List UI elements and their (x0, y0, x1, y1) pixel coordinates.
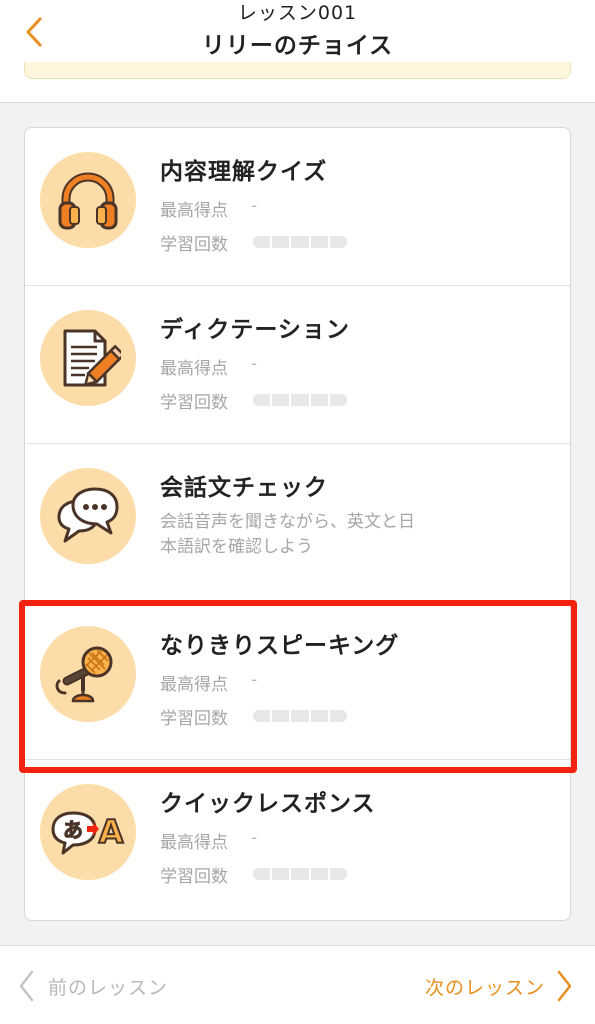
to-char: A (99, 813, 124, 851)
icon-circle: あ A (40, 784, 136, 880)
header: レッスン001 リリーのチョイス (0, 0, 595, 103)
description-line-1: 会話音声を聞きながら、英文と日 (160, 512, 415, 532)
study-count-bar (253, 236, 348, 248)
best-score-value: - (251, 354, 258, 374)
translate-icon: あ A (51, 811, 125, 855)
chevron-right-icon (557, 970, 572, 1002)
description-line-2: 本語訳を確認しよう (160, 537, 313, 557)
list-item-conversation-check[interactable]: 会話文チェック 会話音声を聞きながら、英文と日 本語訳を確認しよう (25, 444, 570, 602)
notice-banner (24, 62, 571, 79)
list-item-dictation[interactable]: ディクテーション 最高得点 - 学習回数 (25, 286, 570, 444)
study-count-label: 学習回数 (160, 235, 228, 255)
best-score-label: 最高得点 (160, 675, 228, 695)
prev-lesson-button[interactable]: 前のレッスン (18, 966, 168, 1006)
item-title: ディクテーション (160, 317, 350, 343)
best-score-label: 最高得点 (160, 833, 228, 853)
best-score-label: 最高得点 (160, 201, 228, 221)
item-description: 会話音声を聞きながら、英文と日 本語訳を確認しよう (160, 510, 490, 560)
study-count-label: 学習回数 (160, 867, 228, 887)
study-count-label: 学習回数 (160, 709, 228, 729)
best-score-value: - (251, 670, 258, 690)
from-char: あ (63, 818, 83, 842)
icon-circle (40, 310, 136, 406)
item-title: 内容理解クイズ (160, 159, 328, 185)
list-item-role-play-speaking[interactable]: なりきりスピーキング 最高得点 - 学習回数 (25, 602, 570, 760)
next-lesson-button[interactable]: 次のレッスン (425, 966, 573, 1006)
item-title: なりきりスピーキング (160, 633, 400, 659)
header-divider (0, 102, 595, 103)
study-count-bar (253, 868, 348, 880)
study-count-bar (253, 394, 348, 406)
lesson-number: レッスン001 (237, 2, 358, 24)
next-lesson-label: 次のレッスン (424, 976, 545, 999)
icon-circle (40, 626, 136, 722)
best-score-value: - (251, 828, 258, 848)
study-count-label: 学習回数 (160, 393, 228, 413)
microphone-icon (55, 646, 113, 703)
pencil-document-icon (63, 329, 121, 387)
item-title: 会話文チェック (160, 475, 328, 501)
icon-circle (40, 468, 136, 564)
headphones-icon (58, 172, 118, 230)
page-title: リリーのチョイス (201, 33, 394, 59)
speech-bubbles-icon (57, 487, 119, 543)
footer-nav: 前のレッスン 次のレッスン (0, 945, 595, 1024)
study-count-bar (253, 710, 348, 722)
icon-circle (40, 152, 136, 248)
list-item-quick-response[interactable]: あ A クイックレスポンス 最高得点 - 学習回数 (25, 760, 570, 920)
list-item-comprehension-quiz[interactable]: 内容理解クイズ 最高得点 - 学習回数 (25, 128, 570, 286)
item-title: クイックレスポンス (160, 791, 376, 817)
best-score-value: - (251, 196, 258, 216)
prev-lesson-label: 前のレッスン (48, 976, 169, 999)
best-score-label: 最高得点 (160, 359, 228, 379)
chevron-left-icon (19, 970, 34, 1002)
activity-list: 内容理解クイズ 最高得点 - 学習回数 ディクテーション 最高得点 - 学習回数… (24, 127, 571, 921)
